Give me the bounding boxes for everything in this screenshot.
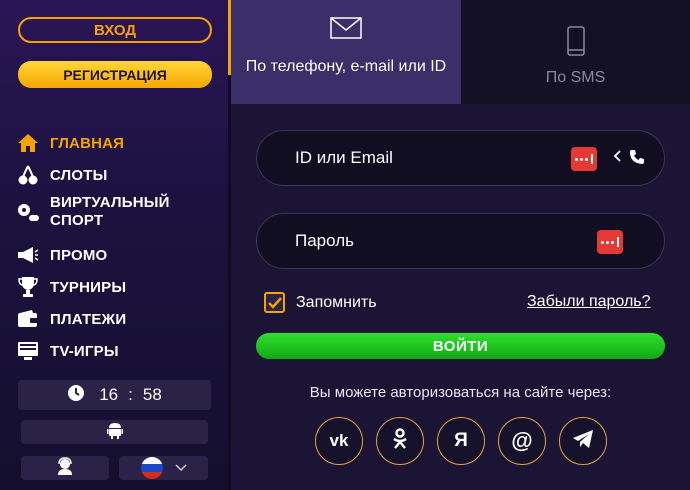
cherries-icon <box>16 164 40 186</box>
remember-me[interactable]: Запомнить <box>264 292 377 313</box>
nav-label: ГЛАВНАЯ <box>50 134 125 152</box>
id-email-field <box>256 130 665 186</box>
odnoklassniki-icon <box>392 427 408 455</box>
nav-item-virtual-sport[interactable]: ВИРТУАЛЬНЫЙ СПОРТ <box>16 194 170 230</box>
tab-label: По телефону, e-mail или ID <box>245 58 447 75</box>
nav-label: ПЛАТЕЖИ <box>50 310 127 328</box>
register-button[interactable]: РЕГИСТРАЦИЯ <box>18 61 212 88</box>
support-button[interactable] <box>21 456 109 480</box>
android-icon <box>106 421 123 444</box>
clock-minutes: 58 <box>142 385 162 404</box>
sidebar: ВХОД РЕГИСТРАЦИЯ ГЛАВНАЯ СЛОТЫ ВИРТУАЛЬН… <box>0 0 228 490</box>
tab-phone-email-id[interactable]: По телефону, e-mail или ID <box>231 0 461 104</box>
home-icon <box>16 132 40 154</box>
nav-label-multiline: ВИРТУАЛЬНЫЙ СПОРТ <box>50 194 170 230</box>
nav-label: TV-ИГРЫ <box>50 342 119 360</box>
megaphone-icon <box>16 244 40 266</box>
clock-hours: 16 <box>99 385 119 404</box>
tab-label: По SMS <box>545 69 606 86</box>
chevron-down-icon <box>174 459 187 477</box>
nav-item-tv-games[interactable]: TV-ИГРЫ <box>16 340 119 362</box>
nav-label: ПРОМО <box>50 246 108 264</box>
social-login-caption: Вы можете авторизоваться на сайте через: <box>309 384 612 401</box>
tab-sms[interactable]: По SMS <box>461 0 690 104</box>
nav-item-payments[interactable]: ПЛАТЕЖИ <box>16 308 126 330</box>
submit-login-button[interactable]: ВОЙТИ <box>256 333 665 359</box>
envelope-icon <box>330 17 362 44</box>
language-selector[interactable] <box>119 456 208 480</box>
nav-label: ТУРНИРЫ <box>50 278 127 296</box>
chevron-left-icon[interactable] <box>612 149 622 168</box>
vk-icon: vk <box>329 431 349 450</box>
android-app-button[interactable] <box>21 420 208 444</box>
forgot-password-link[interactable]: Забыли пароль? <box>527 293 651 311</box>
id-email-input[interactable] <box>295 131 555 185</box>
remember-checkbox[interactable] <box>264 292 285 313</box>
nav-label-line2: СПОРТ <box>50 212 104 229</box>
login-panel: По телефону, e-mail или ID По SMS Запомн… <box>231 0 690 490</box>
password-manager-icon[interactable] <box>571 147 597 171</box>
wallet-icon <box>16 308 40 330</box>
mail-login-button[interactable]: @ <box>498 417 546 465</box>
virtual-sport-icon <box>16 201 40 223</box>
nav-label: СЛОТЫ <box>50 166 108 184</box>
password-field <box>256 213 665 269</box>
tv-icon <box>16 340 40 362</box>
telegram-icon <box>572 429 594 454</box>
login-button[interactable]: ВХОД <box>18 17 212 43</box>
yandex-icon: Я <box>454 430 468 451</box>
yandex-login-button[interactable]: Я <box>437 417 485 465</box>
remember-label: Запомнить <box>296 293 377 311</box>
support-agent-icon <box>56 456 74 480</box>
odnoklassniki-login-button[interactable] <box>376 417 424 465</box>
nav-item-promo[interactable]: ПРОМО <box>16 244 107 266</box>
nav-item-slots[interactable]: СЛОТЫ <box>16 164 108 186</box>
clock-display: 16 : 58 <box>18 380 211 410</box>
password-manager-icon[interactable] <box>597 230 623 254</box>
clock-icon <box>67 384 85 407</box>
nav-label-line1: ВИРТУАЛЬНЫЙ <box>50 194 170 211</box>
russia-flag-icon <box>140 457 163 479</box>
at-icon: @ <box>511 428 533 453</box>
trophy-icon <box>16 276 40 298</box>
smartphone-icon <box>566 26 585 61</box>
clock-separator: : <box>128 385 133 404</box>
nav-item-tournaments[interactable]: ТУРНИРЫ <box>16 276 126 298</box>
telegram-login-button[interactable] <box>559 417 607 465</box>
phone-icon[interactable] <box>629 149 645 170</box>
checkmark-icon <box>267 296 282 309</box>
password-input[interactable] <box>295 214 555 268</box>
vk-login-button[interactable]: vk <box>315 417 363 465</box>
nav-item-home[interactable]: ГЛАВНАЯ <box>16 132 124 154</box>
